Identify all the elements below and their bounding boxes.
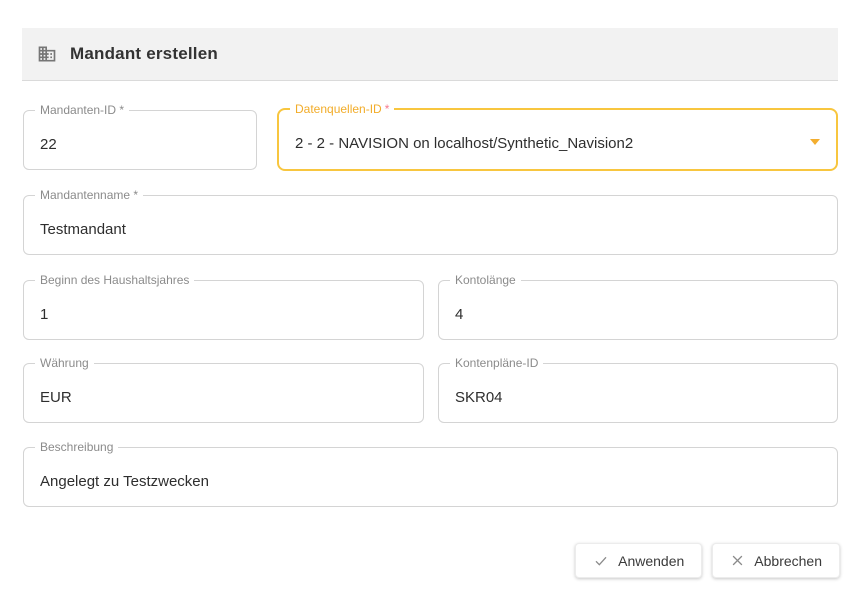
kontenplaene-id-input[interactable] [455, 389, 807, 406]
beginn-des-haushaltsjahres-field: Beginn des Haushaltsjahres [23, 280, 424, 340]
close-icon [730, 553, 745, 568]
beginn-des-haushaltsjahres-input[interactable] [40, 306, 393, 323]
mandanten-id-label: Mandanten-ID * [35, 104, 129, 117]
check-icon [593, 553, 609, 569]
beschreibung-label: Beschreibung [35, 441, 118, 454]
kontolaenge-input[interactable] [455, 306, 807, 323]
kontenplaene-id-label: Kontenpläne-ID [450, 357, 543, 370]
beginn-des-haushaltsjahres-label: Beginn des Haushaltsjahres [35, 274, 194, 287]
dialog-actions: Anwenden Abbrechen [575, 543, 840, 578]
apply-button-label: Anwenden [618, 553, 684, 569]
apply-button[interactable]: Anwenden [575, 543, 702, 578]
datenquellen-id-label: Datenquellen-ID* [290, 103, 394, 116]
dialog-header: Mandant erstellen [22, 28, 838, 81]
cancel-button[interactable]: Abbrechen [712, 543, 840, 578]
mandantenname-label: Mandantenname * [35, 189, 143, 202]
beschreibung-input[interactable] [40, 473, 807, 490]
building-icon [37, 44, 57, 64]
waehrung-field: Währung [23, 363, 424, 423]
kontolaenge-label: Kontolänge [450, 274, 521, 287]
mandantenname-field: Mandantenname * [23, 195, 838, 255]
kontolaenge-field: Kontolänge [438, 280, 838, 340]
datenquellen-id-select[interactable]: Datenquellen-ID* 2 - 2 - NAVISION on loc… [277, 108, 838, 171]
waehrung-input[interactable] [40, 389, 393, 406]
beschreibung-field: Beschreibung [23, 447, 838, 507]
cancel-button-label: Abbrechen [754, 553, 822, 569]
required-asterisk: * [385, 102, 390, 116]
mandanten-id-field: Mandanten-ID * [23, 110, 257, 170]
chevron-down-icon[interactable] [810, 139, 820, 145]
datenquellen-id-value: 2 - 2 - NAVISION on localhost/Synthetic_… [295, 135, 806, 152]
mandanten-id-input[interactable] [40, 136, 226, 153]
waehrung-label: Währung [35, 357, 94, 370]
dialog-title: Mandant erstellen [70, 44, 218, 64]
kontenplaene-id-field: Kontenpläne-ID [438, 363, 838, 423]
mandantenname-input[interactable] [40, 221, 807, 238]
